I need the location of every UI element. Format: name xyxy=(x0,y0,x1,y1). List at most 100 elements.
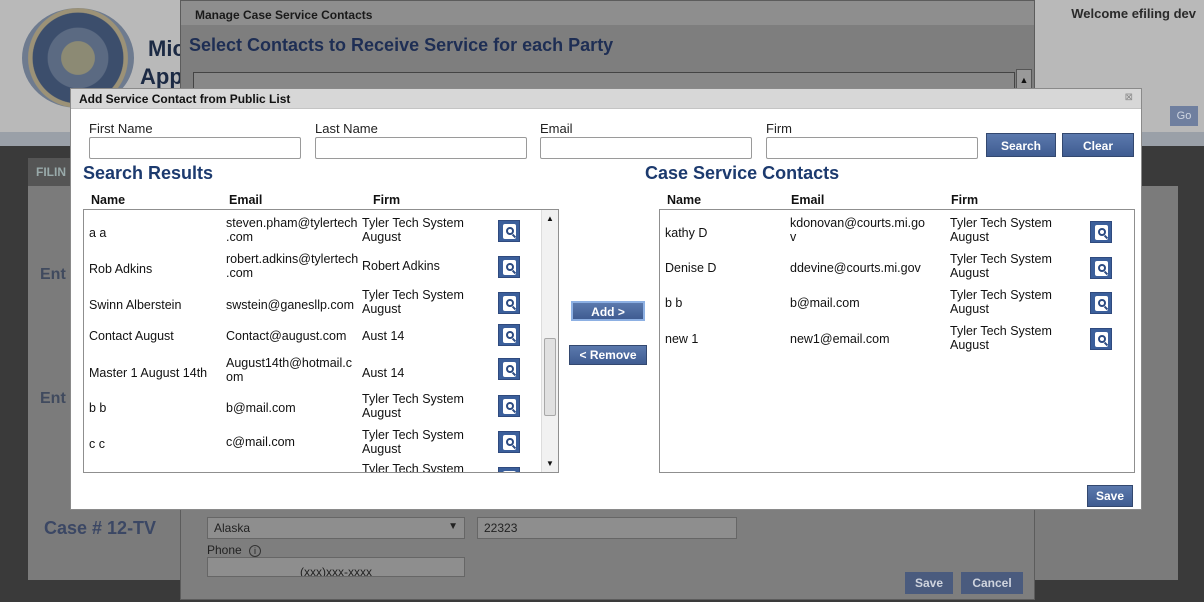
result-firm-line2: August xyxy=(362,406,401,420)
magnifier-icon[interactable] xyxy=(498,467,520,472)
email-label: Email xyxy=(540,121,573,136)
scroll-up-arrow[interactable]: ▲ xyxy=(546,214,554,223)
add-button[interactable]: Add > xyxy=(571,301,645,321)
contacts-col-email: Email xyxy=(791,193,825,207)
magnifier-icon[interactable] xyxy=(498,292,520,314)
result-email-line2: .com xyxy=(226,266,254,280)
results-col-firm: Firm xyxy=(373,193,401,207)
state-select[interactable]: Alaska ▼ xyxy=(207,517,465,539)
list-item[interactable]: c c c@mail.com Tyler Tech System August xyxy=(84,425,558,461)
email-field[interactable] xyxy=(540,137,752,159)
result-firm-line1: Tyler Tech System xyxy=(362,216,464,230)
list-item[interactable]: Master 1 August 14th August14th@hotmail.… xyxy=(84,353,558,389)
zip-field[interactable]: 22323 xyxy=(477,517,737,539)
contact-email-line1: ddevine@courts.mi.gov xyxy=(790,261,921,275)
result-firm-line1: Tyler Tech System xyxy=(362,288,464,302)
list-item[interactable]: Tyler Tech System xyxy=(84,461,558,473)
case-contacts-list[interactable]: kathy D kdonovan@courts.mi.go v Tyler Te… xyxy=(659,209,1135,473)
result-name: Contact August xyxy=(89,329,174,343)
scroll-thumb[interactable] xyxy=(544,338,556,416)
magnifier-icon[interactable] xyxy=(498,324,520,346)
clear-button[interactable]: Clear xyxy=(1062,133,1134,157)
list-item[interactable]: Rob Adkins robert.adkins@tylertech .com … xyxy=(84,249,558,285)
contact-firm-line1: Tyler Tech System xyxy=(950,288,1052,302)
result-firm-line1: Aust 14 xyxy=(362,329,405,343)
search-button[interactable]: Search xyxy=(986,133,1056,157)
result-name: b b xyxy=(89,401,107,415)
contacts-col-name: Name xyxy=(667,193,702,207)
contact-firm-line2: August xyxy=(950,230,989,244)
last-name-field[interactable] xyxy=(315,137,527,159)
result-name: Master 1 August 14th xyxy=(89,366,208,380)
result-firm-line2: August xyxy=(362,442,401,456)
magnifier-icon[interactable] xyxy=(1090,221,1112,243)
search-results-list[interactable]: a a steven.pham@tylertech .com Tyler Tec… xyxy=(83,209,559,473)
chevron-down-icon: ▼ xyxy=(448,521,458,532)
result-email-line1: August14th@hotmail.c xyxy=(226,356,352,370)
magnifier-icon[interactable] xyxy=(498,256,520,278)
result-firm-line1: Robert Adkins xyxy=(362,259,440,273)
info-icon: i xyxy=(249,545,262,557)
scroll-down-arrow[interactable]: ▼ xyxy=(546,459,554,468)
magnifier-icon[interactable] xyxy=(1090,328,1112,350)
result-name: c c xyxy=(89,437,105,451)
result-firm-line1: Tyler Tech System xyxy=(362,462,464,473)
result-email-line1: swstein@ganesllp.com xyxy=(226,298,355,312)
result-firm-line1: Tyler Tech System xyxy=(362,428,464,442)
add-service-contact-modal: Add Service Contact from Public List ⊠ F… xyxy=(70,88,1142,510)
results-col-name: Name xyxy=(91,193,126,207)
last-name-label: Last Name xyxy=(315,121,378,136)
result-firm-line1: Aust 14 xyxy=(362,366,405,380)
result-firm-line1: Tyler Tech System xyxy=(362,392,464,406)
list-item[interactable]: b b b@mail.com Tyler Tech System August xyxy=(84,389,558,425)
list-item[interactable]: Swinn Alberstein swstein@ganesllp.com Ty… xyxy=(84,285,558,321)
results-col-email: Email xyxy=(229,193,263,207)
manage-dialog-heading: Select Contacts to Receive Service for e… xyxy=(189,35,614,55)
contact-email-line2: v xyxy=(790,230,797,244)
manage-save-button[interactable]: Save xyxy=(905,572,953,594)
magnifier-icon[interactable] xyxy=(1090,292,1112,314)
result-email-line1: Contact@august.com xyxy=(226,329,347,343)
contact-name: kathy D xyxy=(665,226,708,240)
case-contacts-title: Case Service Contacts xyxy=(645,163,840,183)
contact-firm-line2: August xyxy=(950,266,989,280)
phone-field[interactable]: (xxx)xxx-xxxx xyxy=(207,557,465,577)
contact-name: b b xyxy=(665,296,683,310)
list-item[interactable]: b b b@mail.com Tyler Tech System August xyxy=(660,285,1134,321)
go-button[interactable]: Go xyxy=(1170,106,1198,126)
close-icon[interactable]: ⊠ xyxy=(1125,92,1133,103)
magnifier-icon[interactable] xyxy=(498,220,520,242)
result-email-line1: b@mail.com xyxy=(226,401,296,415)
contacts-col-firm: Firm xyxy=(951,193,979,207)
magnifier-icon[interactable] xyxy=(498,358,520,380)
result-firm-line2: August xyxy=(362,302,401,316)
contact-firm-line1: Tyler Tech System xyxy=(950,216,1052,230)
magnifier-icon[interactable] xyxy=(1090,257,1112,279)
modal-title: Add Service Contact from Public List xyxy=(79,92,291,106)
result-email-line1: c@mail.com xyxy=(226,435,295,449)
modal-titlebar: Add Service Contact from Public List ⊠ xyxy=(71,89,1141,109)
contact-email-line1: new1@email.com xyxy=(790,332,890,346)
remove-button[interactable]: < Remove xyxy=(569,345,647,365)
list-item[interactable]: Denise D ddevine@courts.mi.gov Tyler Tec… xyxy=(660,249,1134,285)
magnifier-icon[interactable] xyxy=(498,431,520,453)
first-name-label: First Name xyxy=(89,121,153,136)
list-item[interactable]: Contact August Contact@august.com Aust 1… xyxy=(84,321,558,357)
search-results-title: Search Results xyxy=(83,163,214,183)
firm-field[interactable] xyxy=(766,137,978,159)
list-item[interactable]: a a steven.pham@tylertech .com Tyler Tec… xyxy=(84,213,558,249)
magnifier-icon[interactable] xyxy=(498,395,520,417)
section-label-1: Ent xyxy=(40,266,66,283)
list-item[interactable]: kathy D kdonovan@courts.mi.go v Tyler Te… xyxy=(660,213,1134,249)
manage-cancel-button[interactable]: Cancel xyxy=(961,572,1023,594)
result-email-line1: steven.pham@tylertech xyxy=(226,216,358,230)
results-scrollbar[interactable]: ▲ ▼ xyxy=(541,210,558,472)
list-item[interactable]: new 1 new1@email.com Tyler Tech System A… xyxy=(660,321,1134,357)
first-name-field[interactable] xyxy=(89,137,301,159)
result-email-line2: om xyxy=(226,370,244,384)
state-value: Alaska xyxy=(214,521,251,535)
result-firm-line2: August xyxy=(362,230,401,244)
contact-name: new 1 xyxy=(665,332,699,346)
section-label-2: Ent xyxy=(40,390,66,407)
modal-save-button[interactable]: Save xyxy=(1087,485,1133,507)
